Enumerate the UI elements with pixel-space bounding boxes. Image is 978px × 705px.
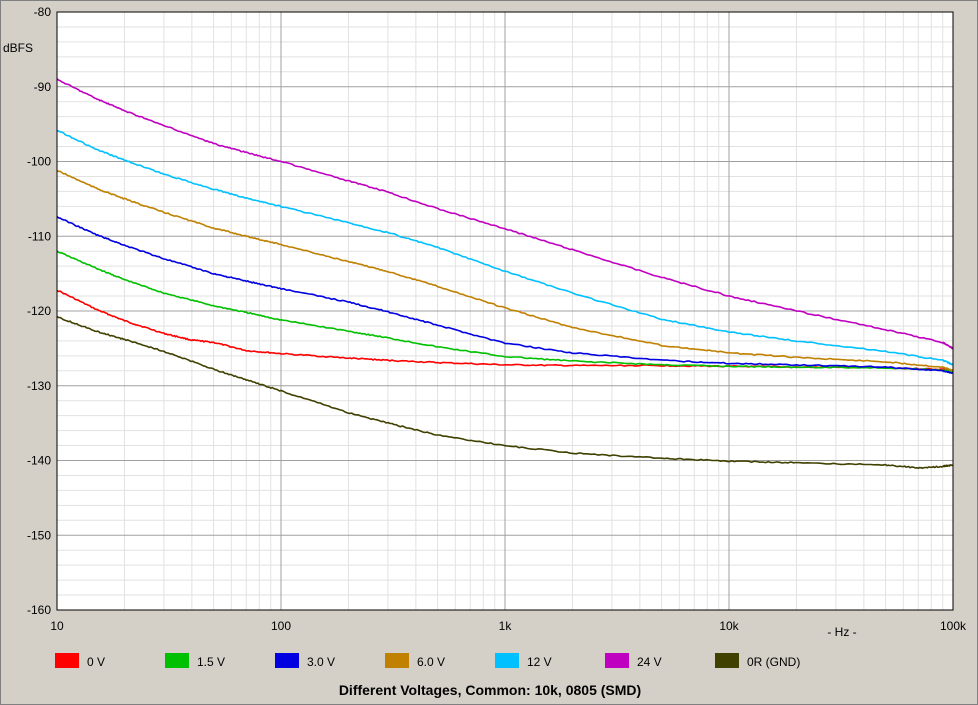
x-tick-label: 100k bbox=[940, 619, 967, 633]
y-tick-label: -120 bbox=[27, 304, 51, 318]
x-axis-label: - Hz - bbox=[827, 625, 856, 639]
x-tick-label: 1k bbox=[499, 619, 513, 633]
legend-swatch-4 bbox=[495, 653, 519, 668]
y-tick-label: -90 bbox=[34, 80, 52, 94]
y-tick-label: -100 bbox=[27, 155, 51, 169]
y-tick-label: -130 bbox=[27, 379, 51, 393]
x-tick-label: 100 bbox=[271, 619, 291, 633]
legend-swatch-0 bbox=[55, 653, 79, 668]
legend-label-5: 24 V bbox=[637, 655, 662, 669]
y-tick-label: -110 bbox=[28, 229, 51, 243]
legend-swatch-2 bbox=[275, 653, 299, 668]
y-tick-label: -160 bbox=[27, 603, 51, 617]
legend-label-6: 0R (GND) bbox=[747, 655, 800, 669]
chart-title: Different Voltages, Common: 10k, 0805 (S… bbox=[339, 682, 641, 698]
legend-label-4: 12 V bbox=[527, 655, 552, 669]
x-tick-label: 10k bbox=[719, 619, 739, 633]
legend: 0 V 1.5 V 3.0 V 6.0 V 12 V 24 V 0R (GND) bbox=[55, 653, 800, 669]
legend-label-1: 1.5 V bbox=[197, 655, 225, 669]
legend-label-2: 3.0 V bbox=[307, 655, 335, 669]
y-axis-label: dBFS bbox=[3, 41, 33, 55]
legend-swatch-1 bbox=[165, 653, 189, 668]
x-tick-label: 10 bbox=[50, 619, 64, 633]
y-tick-labels: -80 -90 -100 -110 -120 -130 -140 -150 -160 bbox=[27, 5, 51, 617]
legend-swatch-5 bbox=[605, 653, 629, 668]
y-tick-label: -150 bbox=[27, 528, 51, 542]
legend-label-3: 6.0 V bbox=[417, 655, 445, 669]
y-tick-label: -80 bbox=[34, 5, 52, 19]
legend-swatch-3 bbox=[385, 653, 409, 668]
chart: -80 -90 -100 -110 -120 -130 -140 -150 -160 10 100… bbox=[3, 5, 967, 698]
legend-label-0: 0 V bbox=[87, 655, 105, 669]
legend-swatch-6 bbox=[715, 653, 739, 668]
y-tick-label: -140 bbox=[27, 454, 51, 468]
